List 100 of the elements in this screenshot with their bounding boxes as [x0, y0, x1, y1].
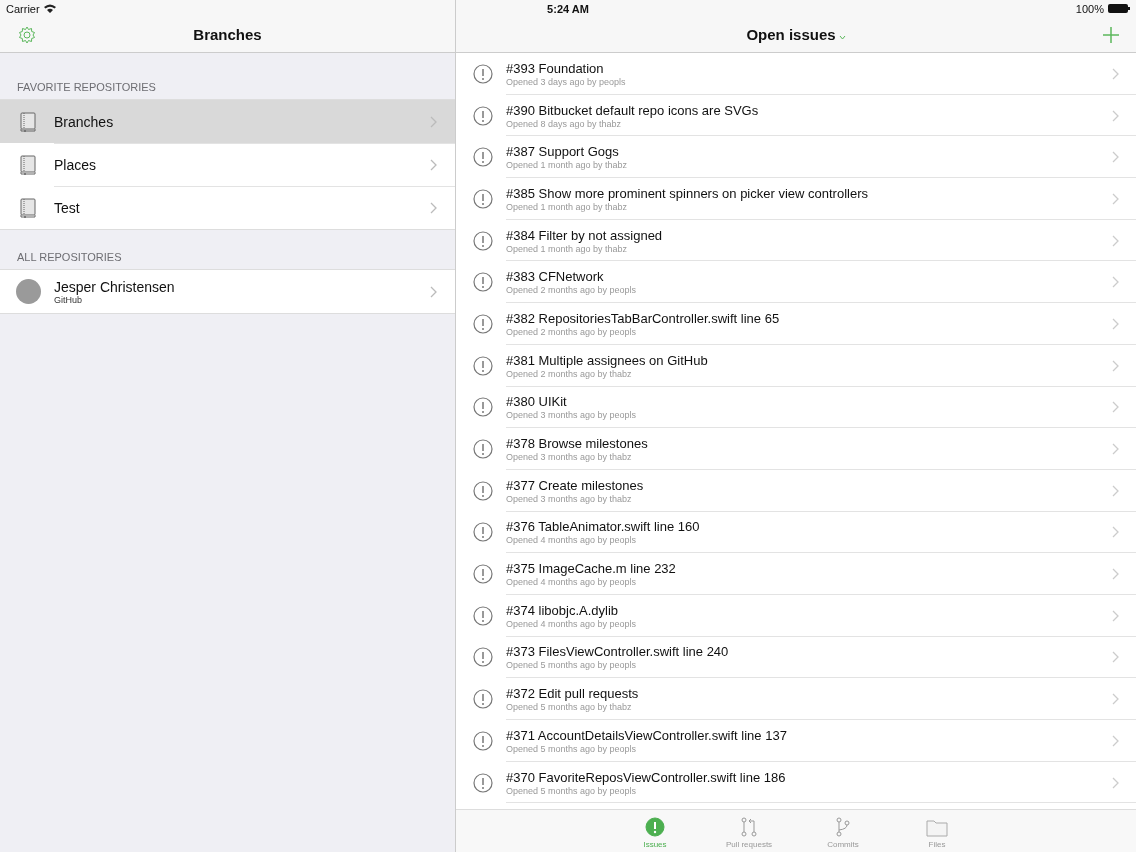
- issue-row[interactable]: #375 ImageCache.m line 232 Opened 4 months ago by peopls: [456, 553, 1136, 595]
- issue-title: #377 Create milestones: [506, 477, 645, 493]
- add-icon[interactable]: [1103, 27, 1119, 43]
- issue-title: #376 TableAnimator.swift line 160: [506, 519, 701, 535]
- issue-title: #387 Support Gogs: [506, 144, 620, 160]
- chevron-icon: [1112, 443, 1119, 456]
- chevron-icon: [1112, 359, 1119, 372]
- avatar: [16, 279, 41, 304]
- issue-row[interactable]: #372 Edit pull requests Opened 5 months ago by thabz: [456, 678, 1136, 720]
- issue-meta: Opened 5 months ago by peopls: [506, 785, 638, 796]
- open-issue-icon: [473, 272, 493, 293]
- issue-meta: Opened 4 months ago by peopls: [506, 618, 638, 629]
- open-issue-icon: [473, 105, 493, 126]
- issue-meta: Opened 5 months ago by peopls: [506, 660, 638, 671]
- chevron-icon: [1112, 234, 1119, 247]
- book-icon: [20, 111, 36, 132]
- book-icon: [20, 197, 36, 218]
- issue-row[interactable]: #371 AccountDetailsViewController.swift line 137 Opened 5 months ago by peopls: [456, 720, 1136, 762]
- section-header: ALL REPOSITORIES: [16, 250, 123, 265]
- issue-title: #381 Multiple assignees on GitHub: [506, 352, 709, 368]
- open-issue-icon: [473, 522, 493, 543]
- issue-row[interactable]: #385 Show more prominent spinners on picker view controllers Opened 1 month ago by thabz: [456, 178, 1136, 220]
- exclamation-icon: [645, 817, 665, 837]
- battery-icon: [1108, 4, 1130, 13]
- issue-row[interactable]: #377 Create milestones Opened 3 months ago by thabz: [456, 469, 1136, 512]
- chevron-icon: [430, 158, 437, 171]
- issue-meta: Opened 3 days ago by peopls: [506, 76, 627, 87]
- issue-meta: Opened 5 months ago by thabz: [506, 702, 633, 713]
- issue-title: #372 Edit pull requests: [506, 686, 640, 702]
- open-issue-icon: [473, 730, 493, 751]
- issue-row[interactable]: #381 Multiple assignees on GitHub Opened 2 months ago by thabz: [456, 344, 1136, 387]
- open-issue-icon: [473, 439, 493, 460]
- issue-row[interactable]: #390 Bitbucket default repo icons are SVGs Opened 8 days ago by thabz: [456, 94, 1136, 137]
- issue-meta: Opened 1 month ago by thabz: [506, 201, 629, 212]
- chevron-icon: [1112, 151, 1119, 164]
- status-time: 5:24 AM: [547, 2, 589, 15]
- open-issue-icon: [473, 313, 493, 334]
- issue-row[interactable]: #370 FavoriteReposViewController.swift line 186 Opened 5 months ago by peopls: [456, 761, 1136, 804]
- issue-title: #393 Foundation: [506, 60, 605, 76]
- issue-meta: Opened 1 month ago by thabz: [506, 243, 629, 254]
- chevron-icon: [1112, 609, 1119, 622]
- chevron-icon: [1112, 568, 1119, 581]
- chevron-icon: [1112, 693, 1119, 706]
- open-issue-icon: [473, 605, 493, 626]
- issue-meta: Opened 1 month ago by thabz: [506, 160, 629, 171]
- issue-title: #382 RepositoriesTabBarController.swift line 65: [506, 310, 781, 326]
- issue-meta: Opened 3 months ago by peopls: [506, 410, 638, 421]
- issue-row[interactable]: #387 Support Gogs Opened 1 month ago by thabz: [456, 136, 1136, 179]
- chevron-icon: [430, 115, 437, 128]
- settings-icon[interactable]: [18, 26, 36, 44]
- chevron-icon: [1112, 526, 1119, 539]
- repository-row[interactable]: Branches: [0, 100, 455, 143]
- repository-host: GitHub: [54, 294, 82, 305]
- issue-row[interactable]: #382 RepositoriesTabBarController.swift line 65 Opened 2 months ago by peopls: [456, 303, 1136, 345]
- issue-row[interactable]: #393 Foundation Opened 3 days ago by peopls: [456, 53, 1136, 95]
- carrier-label: Carrier: [6, 2, 40, 15]
- issues-filter-title[interactable]: Open issues: [746, 26, 836, 43]
- issue-meta: Opened 2 months ago by peopls: [506, 326, 638, 337]
- chevron-icon: [1112, 776, 1119, 789]
- battery-percent: 100%: [1075, 2, 1104, 15]
- open-issue-icon: [473, 188, 493, 209]
- repository-name: Branches: [54, 113, 115, 130]
- pull-request-icon: [741, 817, 757, 837]
- chevron-icon: [1112, 401, 1119, 414]
- issue-title: #378 Browse milestones: [506, 436, 649, 452]
- open-issue-icon: [473, 147, 493, 168]
- section-header: FAVORITE REPOSITORIES: [16, 80, 157, 95]
- chevron-icon: [430, 285, 437, 298]
- chevron-icon: [1112, 484, 1119, 497]
- issue-row[interactable]: #383 CFNetwork Opened 2 months ago by peopls: [456, 261, 1136, 304]
- issue-title: #371 AccountDetailsViewController.swift line 137: [506, 727, 788, 743]
- issue-title: #390 Bitbucket default repo icons are SVGs: [506, 102, 760, 118]
- repository-row[interactable]: Test: [0, 186, 455, 229]
- chevron-icon: [1112, 317, 1119, 330]
- sidebar-title: Branches: [193, 26, 262, 43]
- open-issue-icon: [473, 647, 493, 668]
- repository-row[interactable]: Places: [0, 143, 455, 186]
- open-issue-icon: [473, 480, 493, 501]
- chevron-icon: [1112, 276, 1119, 289]
- open-issue-icon: [473, 397, 493, 418]
- issue-title: #383 CFNetwork: [506, 269, 605, 285]
- issue-row[interactable]: #380 UIKit Opened 3 months ago by peopls: [456, 386, 1136, 429]
- issue-title: #380 UIKit: [506, 394, 568, 410]
- issue-meta: Opened 2 months ago by peopls: [506, 285, 638, 296]
- issue-row[interactable]: #376 TableAnimator.swift line 160 Opened 4 months ago by peopls: [456, 511, 1136, 554]
- open-issue-icon: [473, 355, 493, 376]
- chevron-icon: [1112, 67, 1119, 80]
- issue-title: #384 Filter by not assigned: [506, 227, 664, 243]
- issue-meta: Opened 4 months ago by peopls: [506, 577, 638, 588]
- issue-row[interactable]: #374 libobjc.A.dylib Opened 4 months ago by peopls: [456, 594, 1136, 637]
- issue-meta: Opened 3 months ago by thabz: [506, 493, 633, 504]
- issue-title: #375 ImageCache.m line 232: [506, 561, 677, 577]
- issue-row[interactable]: #378 Browse milestones Opened 3 months ago by thabz: [456, 428, 1136, 470]
- repository-row[interactable]: Jesper Christensen GitHub: [0, 270, 455, 313]
- repository-name: Test: [54, 199, 81, 216]
- issue-row[interactable]: #384 Filter by not assigned Opened 1 month ago by thabz: [456, 219, 1136, 262]
- open-issue-icon: [473, 230, 493, 251]
- open-issue-icon: [473, 564, 493, 585]
- repository-name: Jesper Christensen: [54, 278, 176, 295]
- issue-row[interactable]: #373 FilesViewController.swift line 240 Opened 5 months ago by peopls: [456, 636, 1136, 679]
